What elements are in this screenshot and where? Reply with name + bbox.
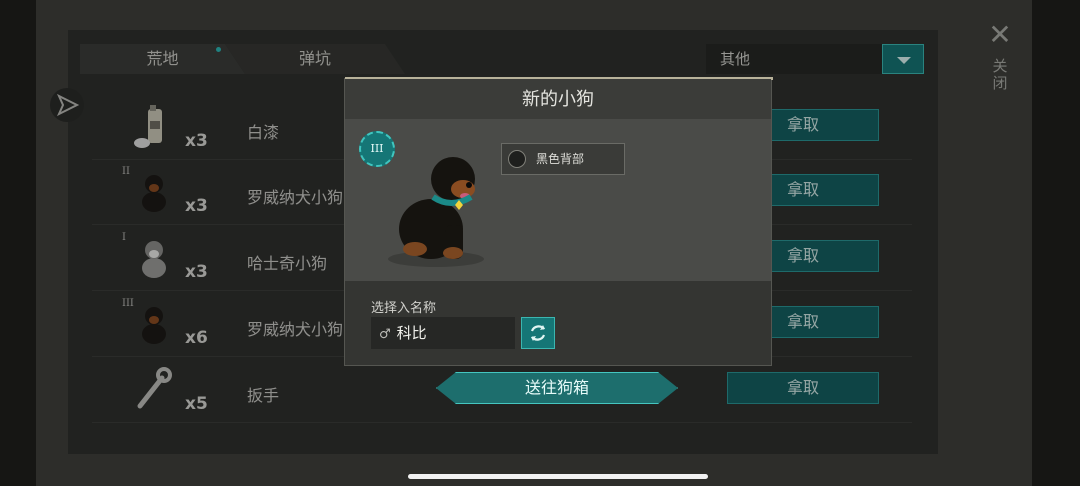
trait-chip: 黑色背部: [501, 143, 625, 175]
dog-name-value: 科比: [396, 324, 427, 342]
dialog-title: 新的小狗: [345, 79, 771, 119]
rottweiler-puppy-portrait: [381, 141, 501, 271]
refresh-icon: [530, 325, 546, 341]
male-gender-icon: ♂: [379, 327, 391, 342]
dog-back-trait-icon: [508, 150, 526, 168]
home-indicator[interactable]: [408, 474, 708, 479]
trait-label: 黑色背部: [536, 152, 585, 166]
send-to-kennel-button[interactable]: 送往狗箱: [436, 372, 678, 404]
dialog-preview: III 黑色背部: [345, 119, 771, 281]
name-label: 选择入名称: [371, 301, 437, 316]
refresh-name-button[interactable]: [521, 317, 555, 349]
dog-name-input[interactable]: ♂ 科比: [371, 317, 515, 349]
new-puppy-dialog: 新的小狗 III 黑色背部 选择入名称 ♂ 科比: [344, 77, 773, 366]
